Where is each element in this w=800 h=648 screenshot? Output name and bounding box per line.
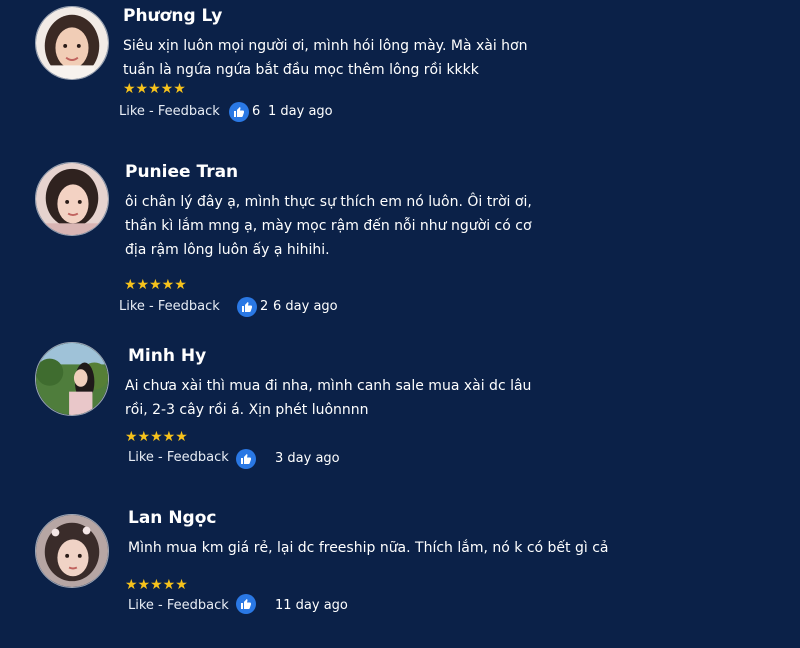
- star-rating: ★★★★★: [125, 577, 188, 593]
- review-time: 6 day ago: [273, 299, 338, 314]
- review-time: 3 day ago: [275, 451, 340, 466]
- thumbs-up-icon[interactable]: [229, 102, 249, 122]
- reviewer-name: Puniee Tran: [125, 162, 239, 182]
- avatar[interactable]: [35, 6, 109, 80]
- thumbs-up-icon[interactable]: [237, 297, 257, 317]
- star-rating: ★★★★★: [123, 81, 186, 97]
- like-feedback-link[interactable]: Like - Feedback: [128, 598, 229, 613]
- star-rating: ★★★★★: [125, 429, 188, 445]
- like-count: 2: [260, 299, 269, 314]
- review-text: Mình mua km giá rẻ, lại dc freeship nữa.…: [128, 540, 609, 556]
- like-count: 6: [252, 104, 261, 119]
- like-feedback-link[interactable]: Like - Feedback: [128, 450, 229, 465]
- like-feedback-link[interactable]: Like - Feedback: [119, 299, 220, 314]
- avatar[interactable]: [35, 342, 109, 416]
- thumbs-up-icon[interactable]: [236, 594, 256, 614]
- review-text: Ai chưa xài thì mua đi nha, mình canh sa…: [125, 378, 532, 418]
- review-time: 1 day ago: [268, 104, 333, 119]
- reviewer-name: Lan Ngọc: [128, 508, 217, 528]
- thumbs-up-icon[interactable]: [236, 449, 256, 469]
- review-text: ôi chân lý đây ạ, mình thực sự thích em …: [125, 194, 532, 258]
- like-feedback-link[interactable]: Like - Feedback: [119, 104, 220, 119]
- avatar[interactable]: [35, 514, 109, 588]
- review-time: 11 day ago: [275, 598, 348, 613]
- avatar[interactable]: [35, 162, 109, 236]
- star-rating: ★★★★★: [124, 277, 187, 293]
- reviewer-name: Minh Hy: [128, 346, 207, 366]
- reviewer-name: Phương Ly: [123, 6, 223, 26]
- review-text: Siêu xịn luôn mọi người ơi, mình hói lôn…: [123, 38, 528, 78]
